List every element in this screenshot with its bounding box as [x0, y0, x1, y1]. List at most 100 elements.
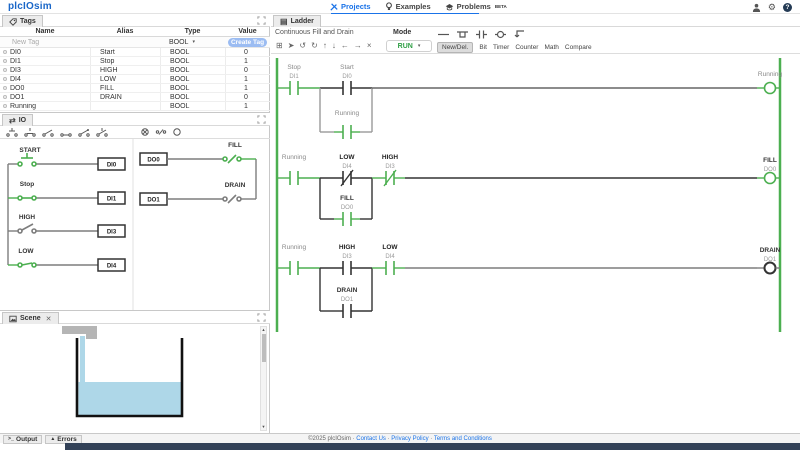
io-output-drain[interactable]: DRAIN DO1 [139, 182, 256, 206]
contact-start[interactable]: Start DI0 [320, 64, 372, 95]
close-icon[interactable]: ✕ [46, 315, 52, 323]
tab-math[interactable]: Math [544, 44, 558, 51]
settings-gear-icon[interactable]: ⚙ [768, 2, 776, 12]
expand-icon[interactable] [257, 16, 266, 25]
branch-icon[interactable] [456, 29, 469, 40]
io-switch-low[interactable]: LOW DI4 [8, 248, 126, 272]
tab-tags[interactable]: Tags [2, 15, 43, 27]
tab-timer[interactable]: Timer [493, 44, 509, 51]
branch-fill[interactable]: FILL DO0 [319, 178, 373, 226]
move-right-icon[interactable]: → [354, 41, 362, 51]
tag-value: 1 [225, 84, 270, 92]
tab-ladder[interactable]: ▤ Ladder [273, 15, 321, 27]
pushbutton-nc-icon[interactable] [23, 127, 37, 137]
coil-fill[interactable]: FILL DO0 [757, 157, 780, 185]
scroll-down-arrow[interactable]: ▼ [261, 424, 266, 430]
io-switch-start[interactable]: START DI0 [8, 147, 126, 171]
app-logo[interactable]: plcIOsim [8, 1, 52, 12]
col-header-value[interactable]: Value [225, 28, 270, 35]
tab-compare[interactable]: Compare [565, 44, 592, 51]
type-dropdown[interactable]: BOOL ▾ [160, 39, 225, 46]
table-row[interactable]: DI1 Stop BOOL 1 [0, 57, 270, 66]
contact-high-nc[interactable]: HIGH DI3 [372, 154, 405, 187]
load-icon[interactable] [155, 127, 167, 137]
table-row[interactable]: DI0 Start BOOL 0 [0, 48, 270, 57]
nav-examples[interactable]: Examples [385, 2, 431, 11]
tag-value: 0 [225, 66, 270, 74]
toggle-closed-icon[interactable] [59, 127, 73, 137]
create-tag-button[interactable]: Create Tag [228, 37, 267, 47]
select-grid-icon[interactable]: ⊞ [276, 41, 283, 51]
tag-alias: HIGH [90, 66, 160, 74]
force-radio[interactable] [3, 50, 7, 54]
force-radio[interactable] [3, 77, 7, 81]
contact-high-no[interactable]: HIGH DI3 [320, 244, 372, 275]
force-radio[interactable] [3, 59, 7, 63]
selector-switch-icon[interactable] [95, 127, 109, 137]
toggle-open-icon[interactable] [41, 127, 55, 137]
branch-running[interactable]: Running [319, 88, 373, 139]
mode-dropdown[interactable]: RUN ▾ [386, 40, 432, 52]
force-radio[interactable] [3, 68, 7, 72]
nav-projects[interactable]: Projects [330, 2, 371, 11]
svg-text:Start: Start [340, 64, 354, 71]
return-arrow-icon[interactable] [513, 29, 526, 40]
motor-icon[interactable] [171, 127, 183, 137]
privacy-policy-link[interactable]: Privacy Policy [391, 436, 428, 442]
undo-icon[interactable]: ↺ [299, 41, 306, 51]
delete-icon[interactable]: × [367, 41, 372, 51]
contact-stop[interactable]: Stop DI1 [277, 64, 320, 95]
redo-icon[interactable]: ↻ [311, 41, 318, 51]
new-tag-row: New Tag BOOL ▾ Create Tag [0, 37, 270, 48]
tab-new-del[interactable]: New/Del. [437, 42, 474, 53]
limit-switch-icon[interactable] [77, 127, 91, 137]
tab-io[interactable]: ⇄ IO [2, 114, 34, 126]
tab-counter[interactable]: Counter [515, 44, 538, 51]
col-header-alias[interactable]: Alias [90, 28, 160, 35]
user-icon[interactable] [752, 3, 761, 12]
move-down-icon[interactable]: ↓ [332, 41, 336, 51]
scroll-thumb[interactable] [261, 334, 266, 362]
coil-running[interactable]: Running [757, 71, 782, 95]
col-header-name[interactable]: Name [0, 28, 90, 35]
contact-running-2[interactable]: Running [277, 244, 320, 275]
force-radio[interactable] [3, 86, 7, 90]
table-row[interactable]: DI4 LOW BOOL 1 [0, 75, 270, 84]
col-header-type[interactable]: Type [160, 28, 225, 35]
contact-low-no[interactable]: LOW DI4 [372, 244, 405, 275]
branch-drain[interactable]: DRAIN DO1 [319, 268, 373, 318]
scene-panel: Scene ✕ ▲ ▼ [0, 310, 270, 433]
move-left-icon[interactable]: ← [341, 41, 349, 51]
expand-icon[interactable] [257, 115, 266, 124]
terms-link[interactable]: Terms and Conditions [434, 436, 492, 442]
tab-bit[interactable]: Bit [479, 44, 487, 51]
expand-icon[interactable] [257, 313, 266, 322]
force-radio[interactable] [3, 95, 7, 99]
contact-running[interactable]: Running [277, 154, 320, 185]
force-radio[interactable] [3, 104, 7, 108]
rung-icon[interactable] [437, 29, 450, 40]
table-row[interactable]: DI3 HIGH BOOL 0 [0, 66, 270, 75]
help-icon[interactable]: ? [783, 2, 792, 12]
pushbutton-no-icon[interactable] [5, 127, 19, 137]
tab-scene[interactable]: Scene ✕ [2, 312, 59, 324]
io-switch-stop[interactable]: Stop DI1 [8, 181, 126, 205]
table-row[interactable]: DO1 DRAIN BOOL 0 [0, 93, 270, 102]
scene-scrollbar[interactable]: ▲ ▼ [260, 326, 267, 431]
contact-low-nc[interactable]: LOW DI4 [320, 154, 372, 187]
table-row[interactable]: Running BOOL 1 [0, 102, 270, 111]
coil-icon[interactable] [494, 29, 507, 40]
contact-us-link[interactable]: Contact Us [356, 436, 386, 442]
new-tag-input[interactable]: New Tag [0, 39, 90, 46]
contact-icon[interactable] [475, 29, 488, 40]
lamp-icon[interactable] [139, 127, 151, 137]
io-switch-high[interactable]: HIGH DI3 [8, 214, 126, 238]
copyright-text: ©2025 plcIOsim [308, 436, 351, 442]
export-icon[interactable]: ➤ [288, 41, 295, 51]
move-up-icon[interactable]: ↑ [323, 41, 327, 51]
coil-drain[interactable]: DRAIN DO1 [757, 247, 781, 275]
scroll-up-arrow[interactable]: ▲ [261, 327, 266, 333]
table-row[interactable]: DO0 FILL BOOL 1 [0, 84, 270, 93]
nav-problems[interactable]: Problems BETA [445, 2, 507, 11]
io-output-fill[interactable]: FILL DO0 [139, 142, 256, 166]
